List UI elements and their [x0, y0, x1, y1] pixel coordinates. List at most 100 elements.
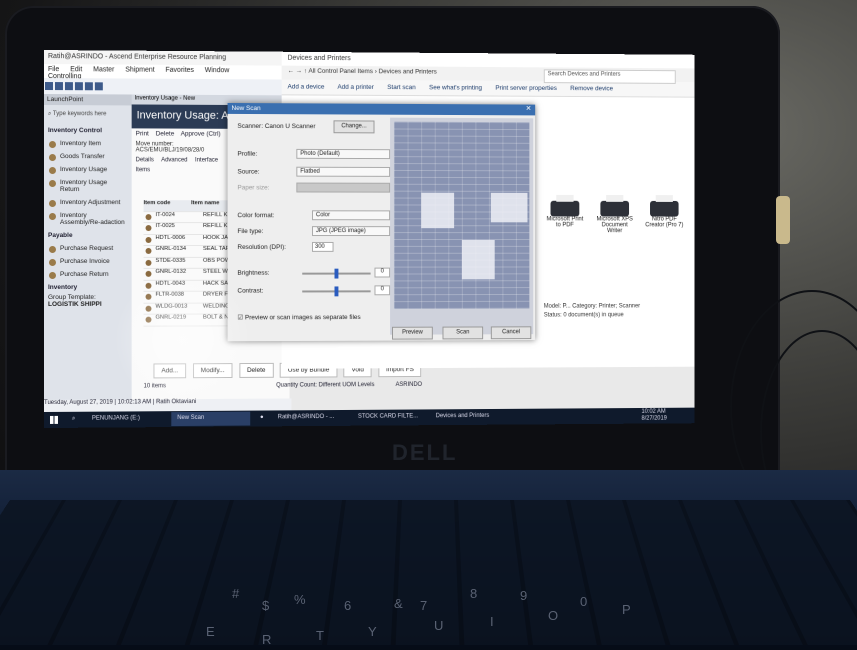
- explorer-search-input[interactable]: Search Devices and Printers: [543, 69, 676, 84]
- approve-action[interactable]: Approve (Ctrl): [181, 131, 221, 138]
- print-icon[interactable]: [54, 82, 63, 91]
- section-inventory-control[interactable]: Inventory Control: [44, 124, 132, 137]
- section-payable[interactable]: Payable: [44, 229, 132, 242]
- menu-edit[interactable]: Edit: [70, 66, 82, 73]
- cancel-button[interactable]: Cancel: [490, 326, 532, 340]
- laptop-screen: Ratih@ASRINDO - Ascend Enterprise Resour…: [44, 50, 695, 428]
- sidebar-item-inventory-usage[interactable]: Inventory Usage: [44, 163, 132, 176]
- save-icon[interactable]: [44, 82, 53, 91]
- col-item-code[interactable]: Item code: [144, 200, 192, 206]
- scan-button[interactable]: Scan: [442, 326, 484, 340]
- search-placeholder: Type keywords here: [52, 111, 107, 118]
- clock-date[interactable]: 8/27/2019: [641, 416, 666, 422]
- windows-start-icon[interactable]: [49, 415, 58, 424]
- sidebar-item-inventory-adjustment[interactable]: Inventory Adjustment: [44, 196, 132, 209]
- quantity-count: Quantity Count: Different UOM Levels: [276, 382, 375, 389]
- tab-interface[interactable]: Interface: [195, 157, 218, 163]
- close-icon[interactable]: ✕: [521, 104, 536, 116]
- print-server-button[interactable]: Print server properties: [495, 85, 557, 92]
- taskbar-item-new-scan[interactable]: New Scan: [177, 415, 204, 421]
- add-device-button[interactable]: Add a device: [288, 83, 325, 90]
- undo-icon[interactable]: [64, 82, 73, 91]
- taskbar-item-erp[interactable]: Ratih@ASRINDO - ...: [278, 414, 335, 420]
- key: 9: [520, 588, 528, 603]
- color-format-label: Color format:: [237, 212, 275, 220]
- clock-time[interactable]: 10:02 AM: [641, 409, 665, 415]
- refresh-icon[interactable]: [74, 82, 83, 91]
- taskbar-item-drive[interactable]: PENUNJANG (E:): [92, 415, 140, 421]
- brightness-slider[interactable]: [302, 268, 371, 279]
- new-scan-dialog: New Scan ✕ Scanner: Canon U Scanner Chan…: [227, 102, 536, 342]
- menu-master[interactable]: Master: [93, 66, 114, 73]
- see-printing-button[interactable]: See what's printing: [429, 84, 482, 91]
- file-type-select[interactable]: JPG (JPEG image): [312, 226, 391, 237]
- back-icon[interactable]: [84, 82, 93, 91]
- key: O: [548, 608, 559, 623]
- contrast-slider-thumb[interactable]: [334, 286, 339, 297]
- separate-files-checkbox[interactable]: ☑: [237, 314, 243, 321]
- profile-select[interactable]: Photo (Default): [296, 148, 391, 160]
- delete-button[interactable]: Delete: [239, 362, 274, 378]
- file-type-row: File type: JPG (JPEG image): [237, 226, 394, 237]
- brightness-value[interactable]: 0: [374, 267, 391, 278]
- printer-icon: [550, 200, 580, 217]
- launchpoint-search[interactable]: ⌕ Type keywords here: [44, 105, 132, 124]
- remove-device-button[interactable]: Remove device: [570, 85, 613, 92]
- resolution-label: Resolution (DPI):: [237, 243, 287, 251]
- sidebar-item-purchase-request[interactable]: Purchase Request: [44, 242, 132, 255]
- taskbar-item-excel[interactable]: STOCK CARD FILTE...: [358, 413, 418, 419]
- printer-item[interactable]: Microsoft Print to PDF: [544, 200, 586, 228]
- sidebar-item-purchase-invoice[interactable]: Purchase Invoice: [44, 255, 132, 268]
- firefox-icon[interactable]: ●: [260, 414, 264, 420]
- sidebar-item-goods-transfer[interactable]: Goods Transfer: [44, 150, 132, 163]
- paper-size-row: Paper size:: [237, 182, 394, 193]
- key: T: [316, 628, 324, 643]
- contrast-slider[interactable]: [302, 286, 371, 297]
- modify-button[interactable]: Modify...: [192, 363, 233, 379]
- print-action[interactable]: Print: [136, 130, 149, 137]
- resolution-input[interactable]: 300: [312, 241, 334, 252]
- photo-scene: Ratih@ASRINDO - Ascend Enterprise Resour…: [0, 0, 857, 650]
- item-code: GNRL-0132: [144, 269, 203, 275]
- menu-shipment[interactable]: Shipment: [125, 67, 154, 74]
- color-format-row: Color format: Color: [237, 210, 394, 221]
- sidebar-item-inventory-item[interactable]: Inventory Item: [44, 137, 132, 150]
- taskbar-item-devices[interactable]: Devices and Printers: [436, 413, 490, 419]
- contrast-value[interactable]: 0: [374, 285, 391, 296]
- preview-document: [393, 121, 530, 310]
- printer-item[interactable]: Nitro PDF Creator (Pro 7): [643, 200, 685, 228]
- key: R: [262, 632, 272, 647]
- search-icon[interactable]: ⌕: [72, 416, 75, 423]
- tab-details[interactable]: Details: [136, 157, 154, 163]
- tab-advanced[interactable]: Advanced: [161, 157, 187, 163]
- color-format-select[interactable]: Color: [312, 210, 391, 221]
- menu-window[interactable]: Window: [205, 67, 230, 74]
- add-button[interactable]: Add...: [153, 363, 187, 379]
- menu-file[interactable]: File: [48, 66, 59, 73]
- launchpoint-sidebar: LaunchPoint ⌕ Type keywords here Invento…: [44, 94, 132, 414]
- col-item-name[interactable]: Item name: [191, 200, 219, 206]
- brightness-slider-thumb[interactable]: [334, 268, 339, 279]
- key: I: [490, 614, 494, 629]
- item-code: WLDG-0013: [144, 303, 203, 309]
- delete-action[interactable]: Delete: [156, 130, 175, 137]
- sidebar-item-purchase-return[interactable]: Purchase Return: [44, 268, 132, 281]
- erp-title: Ratih@ASRINDO - Ascend Enterprise Resour…: [47, 53, 227, 62]
- item-code: STDE-0335: [144, 257, 203, 263]
- printer-item[interactable]: Microsoft XPS Document Writer: [594, 200, 636, 234]
- source-select[interactable]: Flatbed: [296, 166, 391, 177]
- start-scan-button[interactable]: Start scan: [387, 84, 415, 91]
- file-type-label: File type:: [237, 228, 264, 236]
- change-button[interactable]: Change...: [333, 120, 375, 134]
- item-code: HDTL-0043: [144, 280, 203, 286]
- menu-favorites[interactable]: Favorites: [165, 67, 193, 74]
- sidebar-item-inventory-assembly[interactable]: Inventory Assembly/Re-adaction: [44, 209, 132, 229]
- add-printer-button[interactable]: Add a printer: [337, 84, 373, 91]
- status-user: Ratih Oktaviani: [156, 399, 197, 406]
- contrast-label: Contrast:: [237, 287, 264, 295]
- forward-icon[interactable]: [94, 82, 103, 91]
- brightness-row: Brightness: 0: [237, 267, 394, 279]
- preview-button[interactable]: Preview: [392, 326, 433, 340]
- sidebar-item-inventory-usage-return[interactable]: Inventory Usage Return: [44, 176, 132, 196]
- key: E: [206, 624, 215, 639]
